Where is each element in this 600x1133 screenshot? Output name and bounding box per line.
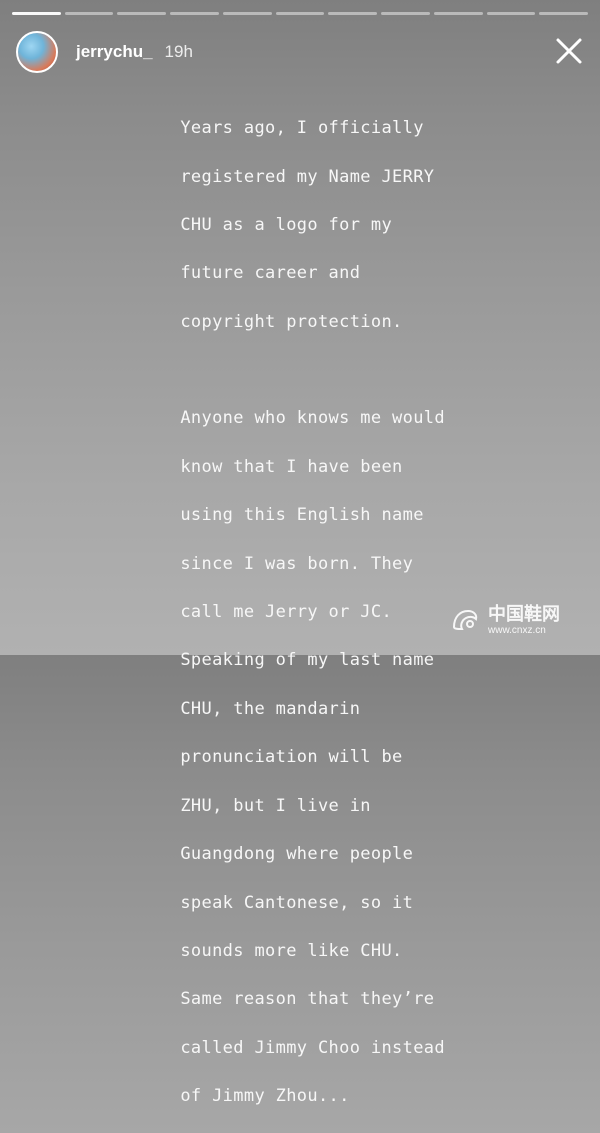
progress-segment: [539, 12, 589, 15]
progress-segment: [433, 12, 483, 15]
avatar[interactable]: [16, 31, 58, 73]
shoe-logo-icon: [452, 609, 478, 631]
text-line: called Jimmy Choo instead: [180, 1037, 445, 1058]
text-line: registered my Name JERRY: [180, 166, 435, 187]
watermark-url: www.cnxz.cn: [488, 624, 546, 636]
username[interactable]: jerrychu_: [76, 42, 153, 62]
text-line: of Jimmy Zhou...: [180, 1086, 350, 1107]
text-line: Speaking of my last name: [180, 650, 435, 671]
text-line: Same reason that they’re: [180, 989, 435, 1010]
text-line: Guangdong where people: [180, 844, 414, 865]
text-line: call me Jerry or JC.: [180, 602, 393, 623]
text-line: speak Cantonese, so it: [180, 892, 414, 913]
text-line: copyright protection.: [180, 311, 403, 332]
text-line: know that I have been: [180, 456, 403, 477]
text-line: since I was born. They: [180, 553, 414, 574]
text-line: future career and: [180, 263, 361, 284]
progress-segment: [117, 12, 167, 15]
close-button[interactable]: [554, 36, 584, 66]
watermark: 中国鞋网 www.cnxz.cn: [450, 595, 590, 645]
progress-segment: [170, 12, 219, 15]
text-line: CHU as a logo for my: [180, 215, 393, 236]
progress-segment: [328, 12, 378, 15]
close-icon: [556, 38, 582, 64]
text-line: sounds more like CHU.: [180, 940, 403, 961]
progress-segment: [486, 12, 536, 15]
story-progress-bar: [12, 12, 589, 15]
progress-segment: [222, 12, 272, 15]
text-line: pronunciation will be: [180, 747, 403, 768]
progress-segment: [381, 12, 430, 15]
text-line: ZHU, but I live in: [180, 795, 371, 816]
text-line: Anyone who knows me would: [180, 408, 445, 429]
text-line: using this English name: [180, 505, 424, 526]
progress-segment: [12, 12, 61, 15]
text-line: CHU, the mandarin: [180, 698, 361, 719]
story-header: jerrychu_ 19h: [16, 28, 584, 76]
paragraph-1: Years ago, I officially registered my Na…: [138, 92, 558, 358]
text-line: Years ago, I officially: [180, 118, 424, 139]
paragraph-2: Anyone who knows me would know that I ha…: [138, 382, 558, 1132]
timestamp: 19h: [164, 42, 193, 61]
progress-segment: [64, 12, 114, 15]
progress-segment: [275, 12, 325, 15]
watermark-text: 中国鞋网: [488, 603, 560, 625]
